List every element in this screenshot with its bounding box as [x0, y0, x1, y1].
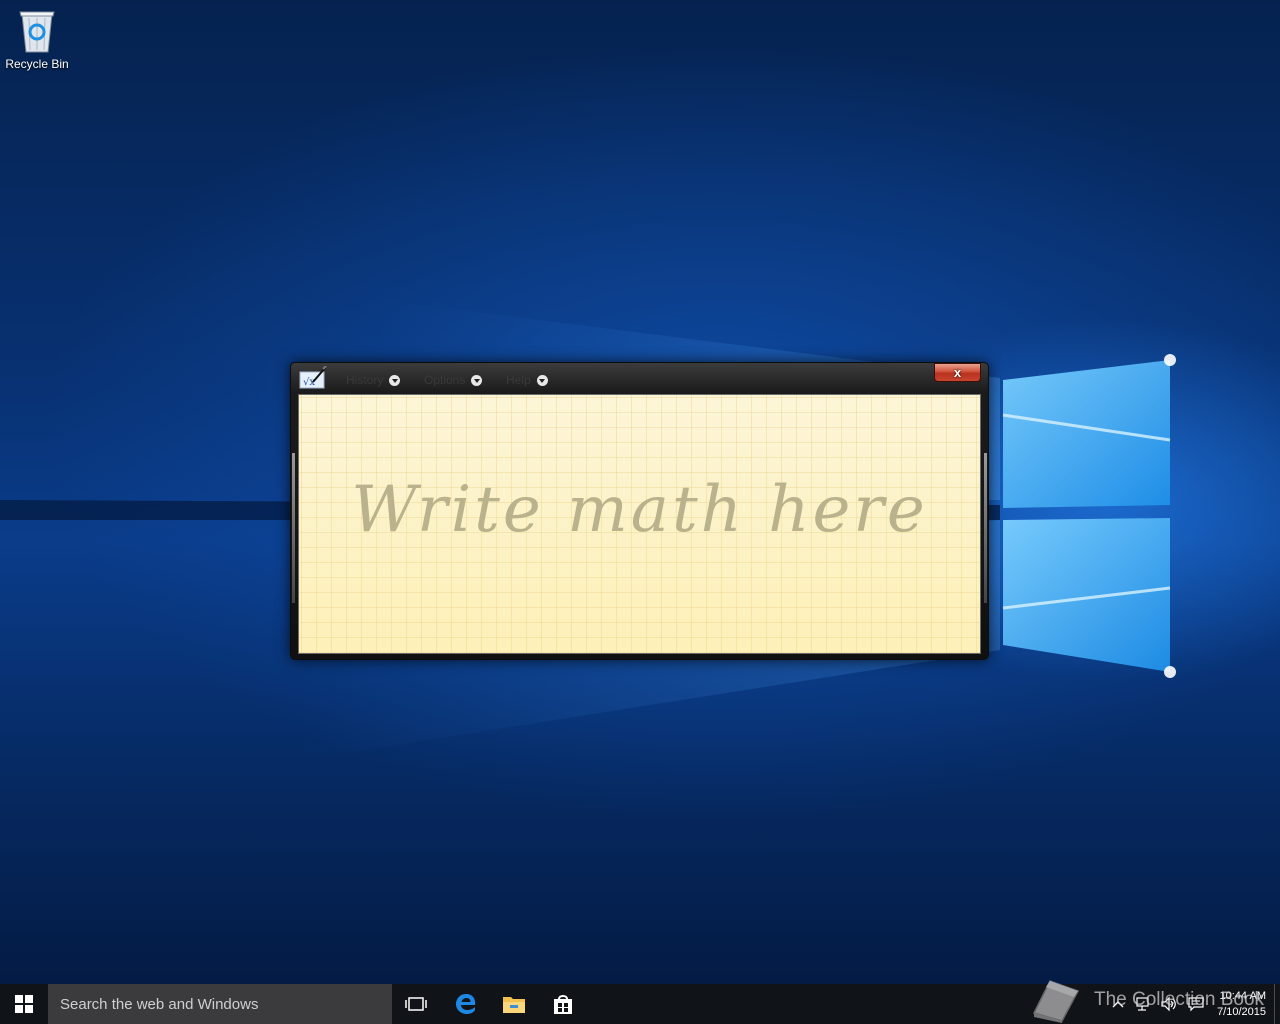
search-placeholder: Search the web and Windows: [60, 995, 259, 1013]
edge-icon: [456, 994, 476, 1014]
store-button[interactable]: [539, 984, 587, 1024]
menu-help-label: Help: [506, 373, 531, 387]
chevron-down-icon: [389, 374, 401, 386]
svg-text:√x: √x: [303, 377, 315, 388]
close-icon: x: [953, 365, 962, 380]
writing-area[interactable]: Write math here: [298, 394, 981, 654]
book-icon: [1032, 980, 1080, 1023]
edge-button[interactable]: [442, 984, 490, 1024]
math-input-panel-window: √x History Options Help x Write math her…: [290, 362, 989, 660]
file-explorer-button[interactable]: [490, 984, 538, 1024]
desktop-icon-recycle-bin[interactable]: Recycle Bin: [4, 6, 70, 76]
menu-history[interactable]: History: [346, 372, 401, 388]
start-button[interactable]: [0, 984, 48, 1024]
menu-help[interactable]: Help: [506, 372, 548, 388]
task-view-button[interactable]: [392, 984, 440, 1024]
task-view-icon: [405, 997, 427, 1011]
chevron-down-icon: [536, 374, 548, 386]
close-button[interactable]: x: [934, 363, 981, 382]
menu-options-label: Options: [424, 373, 466, 387]
watermark-text: The Collection Book: [1094, 989, 1265, 1010]
window-frame-edge: [984, 453, 987, 603]
recycle-bin-icon: [19, 11, 55, 53]
writing-area-hint: Write math here: [351, 473, 928, 547]
chevron-down-icon: [471, 374, 483, 386]
math-input-panel-icon[interactable]: √x: [299, 365, 327, 390]
watermark: The Collection Book: [1030, 975, 1264, 1024]
window-frame-edge: [292, 453, 295, 603]
windows-logo-icon: [15, 995, 33, 1013]
store-icon: [554, 995, 572, 1014]
show-desktop-button[interactable]: [1274, 984, 1280, 1024]
title-bar[interactable]: √x History Options Help x: [291, 363, 988, 393]
menu-history-label: History: [346, 373, 384, 387]
file-explorer-icon: [503, 997, 525, 1013]
desktop-icon-label: Recycle Bin: [5, 57, 69, 71]
search-input[interactable]: Search the web and Windows: [48, 984, 392, 1024]
menu-options[interactable]: Options: [424, 372, 483, 388]
